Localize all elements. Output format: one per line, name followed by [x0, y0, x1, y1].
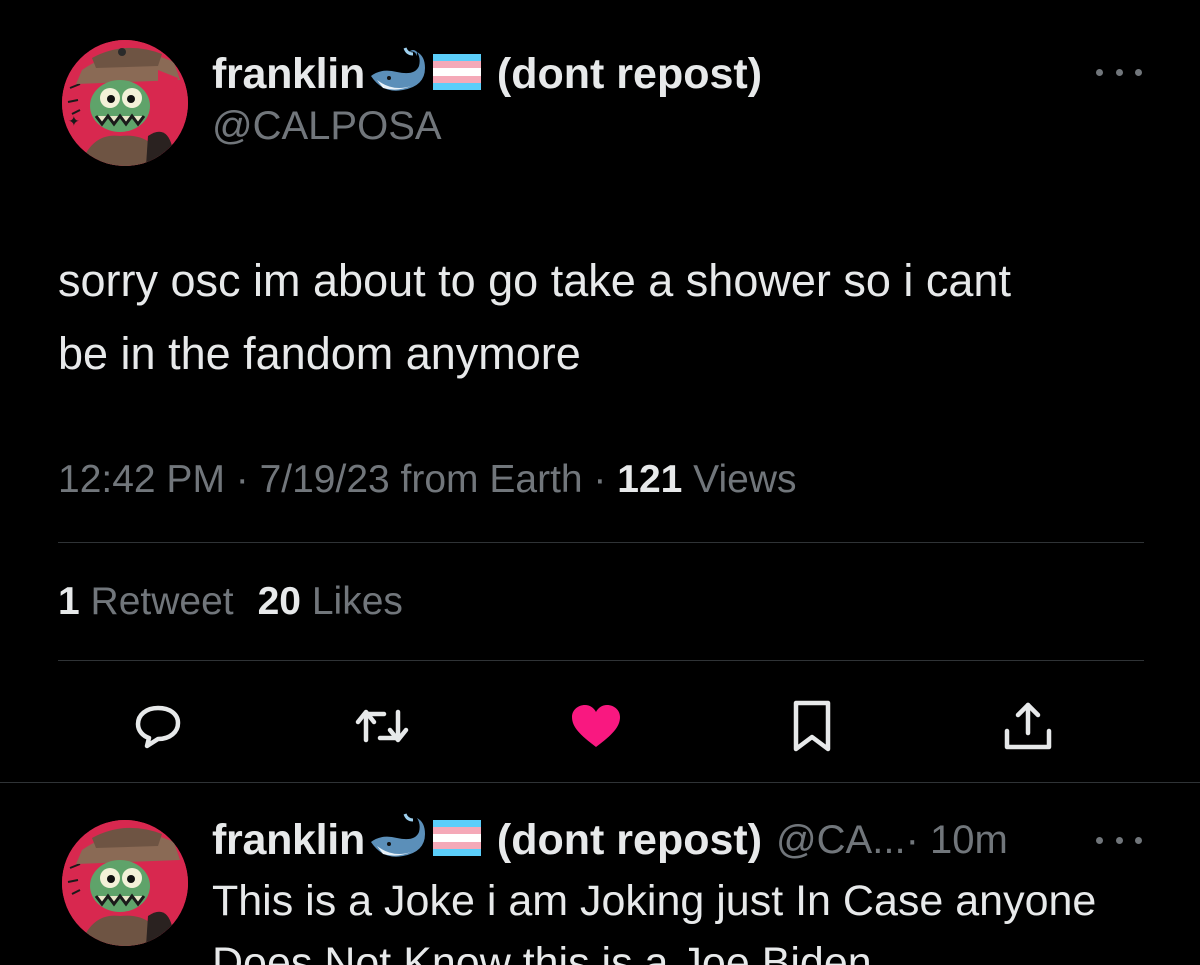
author-handle[interactable]: @CA...: [776, 818, 906, 863]
reply-button[interactable]: [130, 698, 186, 754]
tweet-detail-screen: ✦ franklin (dont repost) @CALPOSA sorry …: [0, 0, 1200, 965]
bookmark-button[interactable]: [784, 698, 840, 754]
svg-text:✦: ✦: [68, 114, 80, 130]
transgender-flag-emoji: [431, 818, 483, 863]
author-name-row[interactable]: franklin (dont repost): [212, 46, 762, 103]
author-name-suffix: (dont repost): [496, 816, 763, 864]
more-options-icon[interactable]: [1096, 60, 1142, 84]
whale-emoji: [367, 812, 429, 869]
avatar-illustration: ✦: [62, 40, 188, 166]
likes-label: Likes: [301, 580, 403, 623]
more-options-icon[interactable]: [1096, 828, 1142, 852]
retweet-icon: [355, 709, 409, 743]
more-dot: [1135, 836, 1142, 844]
views-count: 121: [617, 458, 683, 501]
author-display-name[interactable]: franklin: [212, 816, 365, 865]
tweet-metadata: 12:42 PM · 7/19/23 from Earth · 121 View…: [58, 458, 797, 502]
reply-author-row[interactable]: franklin (dont repost) @CA... · 10m: [212, 812, 1008, 869]
share-icon: [1004, 702, 1052, 750]
tweet-text: sorry osc im about to go take a shower s…: [58, 244, 1158, 390]
divider: [0, 782, 1200, 783]
retweet-button[interactable]: [354, 698, 410, 754]
likes-count: 20: [257, 580, 301, 623]
timestamp[interactable]: 12:42 PM · 7/19/23 from Earth ·: [58, 458, 617, 501]
more-dot: [1115, 836, 1123, 844]
author-display-name[interactable]: franklin: [212, 50, 365, 99]
tweet-text-line: be in the fandom anymore: [58, 328, 581, 379]
like-button[interactable]: [568, 698, 624, 754]
avatar-illustration: [62, 820, 188, 946]
share-button[interactable]: [1000, 698, 1056, 754]
more-dot: [1096, 836, 1103, 844]
like-icon: [572, 705, 620, 747]
reply-tweet-text: This is a Joke i am Joking just In Case …: [212, 870, 1172, 965]
whale-emoji: [367, 46, 429, 103]
reply-timestamp[interactable]: · 10m: [906, 818, 1008, 863]
author-name-suffix: (dont repost): [496, 50, 763, 98]
tweet-text-line: sorry osc im about to go take a shower s…: [58, 255, 1011, 306]
avatar[interactable]: [62, 820, 188, 946]
retweets-label: Retweet: [79, 580, 234, 623]
likes-stat[interactable]: 20 Likes: [258, 580, 403, 623]
more-dot: [1135, 68, 1142, 76]
tweet-text-line: Does Not Know this is a Joe Biden: [212, 939, 872, 965]
engagement-stats: 1 Retweet 20 Likes: [58, 580, 403, 624]
more-dot: [1096, 68, 1103, 76]
author-handle[interactable]: @CALPOSA: [212, 104, 442, 149]
divider: [58, 660, 1144, 661]
retweets-count: 1: [58, 580, 80, 623]
more-dot: [1115, 68, 1123, 76]
views-label: Views: [682, 458, 797, 501]
tweet-text-line: This is a Joke i am Joking just In Case …: [212, 877, 1097, 925]
avatar[interactable]: ✦: [62, 40, 188, 166]
divider: [58, 542, 1144, 543]
retweets-stat[interactable]: 1 Retweet: [58, 580, 234, 623]
transgender-flag-emoji: [431, 52, 483, 97]
bookmark-icon: [793, 700, 831, 752]
reply-icon: [135, 705, 181, 749]
main-tweet: ✦ franklin (dont repost) @CALPOSA sorry …: [0, 0, 1200, 783]
